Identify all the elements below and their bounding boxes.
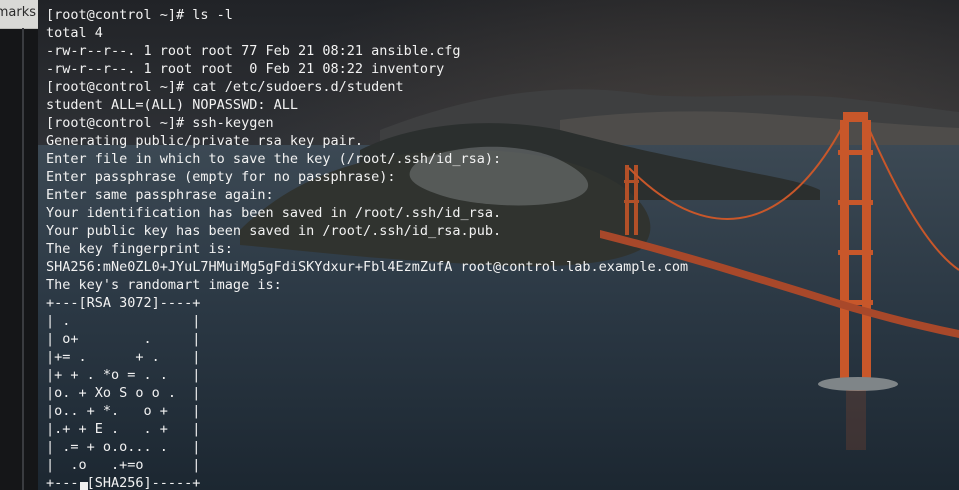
terminal-line: [root@control ~]# ls -l — [46, 7, 233, 23]
terminal-line: The key's randomart image is: — [46, 277, 282, 293]
terminal-line: The key fingerprint is: — [46, 241, 233, 257]
terminal-line: -rw-r--r--. 1 root root 77 Feb 21 08:21 … — [46, 43, 461, 59]
divider — [22, 28, 24, 490]
terminal-line: | o+ . | — [46, 331, 201, 347]
terminal-line: -rw-r--r--. 1 root root 0 Feb 21 08:22 i… — [46, 61, 445, 77]
terminal-line: |o.. + *. o + | — [46, 403, 201, 419]
left-sidebar-strip: marks — [0, 0, 38, 490]
terminal-output: [root@control ~]# ls -l total 4 -rw-r--r--… — [46, 6, 688, 490]
terminal-line: |.+ + E . . + | — [46, 421, 201, 437]
terminal-line: [root@control ~]# cat /etc/sudoers.d/stu… — [46, 79, 404, 95]
bookmarks-tab[interactable]: marks — [0, 0, 38, 29]
terminal-line: student ALL=(ALL) NOPASSWD: ALL — [46, 97, 298, 113]
terminal-line: SHA256:mNe0ZL0+JYuL7HMuiMg5gFdiSKYdxur+F… — [46, 259, 689, 275]
bookmarks-label: marks — [0, 5, 36, 20]
terminal-line: Your identification has been saved in /r… — [46, 205, 502, 221]
terminal-line: +----[SHA256]-----+ — [46, 475, 201, 490]
terminal-line: Enter passphrase (empty for no passphras… — [46, 169, 396, 185]
desktop: marks [root@control ~]# ls -l total 4 -rw-… — [0, 0, 959, 490]
terminal-line: |+= . + . | — [46, 349, 201, 365]
terminal-line: Generating public/private rsa key pair. — [46, 133, 363, 149]
terminal-line: Enter file in which to save the key (/ro… — [46, 151, 502, 167]
terminal-line: Enter same passphrase again: — [46, 187, 274, 203]
terminal-line: Your public key has been saved in /root/… — [46, 223, 502, 239]
terminal-window[interactable]: [root@control ~]# ls -l total 4 -rw-r--r--… — [38, 0, 959, 490]
terminal-line: +---[RSA 3072]----+ — [46, 295, 201, 311]
terminal-line: |+ + . *o = . . | — [46, 367, 201, 383]
terminal-cursor — [80, 482, 88, 490]
terminal-line: | .o .+=o | — [46, 457, 201, 473]
terminal-line: [root@control ~]# ssh-keygen — [46, 115, 274, 131]
terminal-line: total 4 — [46, 25, 103, 41]
terminal-line: | .= + o.o... . | — [46, 439, 201, 455]
terminal-line: | . | — [46, 313, 201, 329]
terminal-line: |o. + Xo S o o . | — [46, 385, 201, 401]
